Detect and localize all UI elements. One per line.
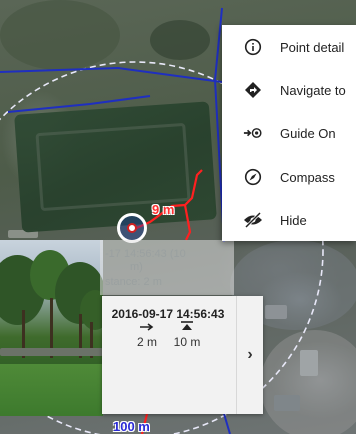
ghost-line-2: m) (130, 261, 143, 273)
ghost-line-3: stance: 2 m (105, 276, 162, 288)
arrow-right-icon (127, 319, 167, 335)
elevation-stat: 10 m (167, 319, 207, 349)
menu-item-hide[interactable]: Hide (222, 200, 356, 240)
current-location-marker[interactable] (117, 213, 147, 243)
scale-label: 100 m (113, 419, 150, 434)
distance-label: 9 m (152, 202, 175, 217)
info-icon (243, 37, 263, 57)
menu-item-compass[interactable]: Compass (222, 157, 356, 197)
hide-icon (243, 210, 263, 230)
point-photo[interactable] (0, 240, 103, 416)
distance-stat: 2 m (127, 319, 167, 349)
elevation-icon (167, 319, 207, 335)
menu-label: Point detail (280, 39, 345, 55)
road-line-3 (7, 95, 151, 113)
ghost-line-1: -17 14:56:43 (10 (105, 248, 186, 260)
menu-item-navigate-to[interactable]: Navigate to (222, 70, 356, 110)
previous-point-card: -17 14:56:43 (10 m) stance: 2 m (100, 240, 234, 295)
elevation-value: 10 m (173, 335, 201, 349)
compass-icon (243, 167, 263, 187)
menu-label: Hide (280, 212, 307, 228)
track-line-2 (183, 204, 192, 241)
menu-label: Guide On (280, 125, 336, 141)
distance-value: 2 m (136, 335, 157, 349)
menu-label: Navigate to (280, 82, 346, 98)
point-info-card[interactable]: 2016-09-17 14:56:43 2 m 10 m › (102, 296, 263, 414)
guide-icon (243, 123, 263, 143)
menu-item-point-detail[interactable]: Point detail (222, 27, 356, 67)
next-point-button[interactable]: › (236, 296, 263, 414)
navigate-icon (243, 80, 263, 100)
menu-label: Compass (280, 169, 335, 185)
chevron-right-icon: › (247, 346, 253, 363)
point-context-menu: Point detail Navigate to Guide On Compas… (222, 25, 356, 241)
menu-item-guide-on[interactable]: Guide On (222, 113, 356, 153)
location-dot-icon (127, 223, 137, 233)
